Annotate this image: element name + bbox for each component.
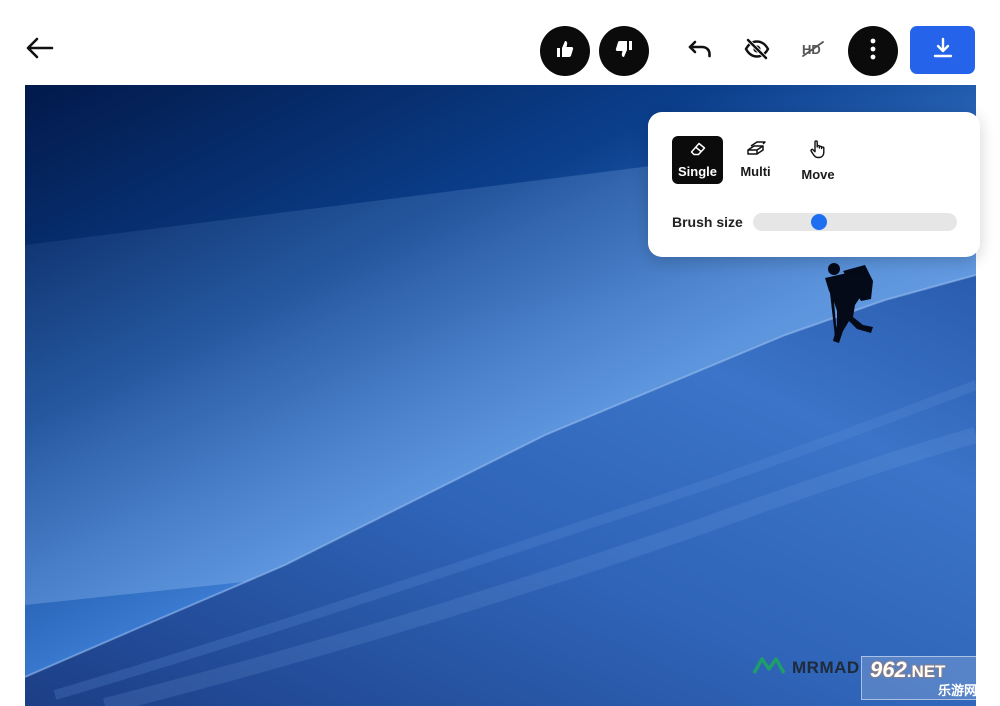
site-962-watermark-sub: 乐游网 xyxy=(938,682,978,698)
more-options-button[interactable] xyxy=(848,26,898,76)
stacked-erasers-icon xyxy=(746,141,766,161)
more-vertical-icon xyxy=(869,38,877,65)
brush-size-slider-thumb[interactable] xyxy=(811,214,827,230)
download-icon xyxy=(932,37,954,64)
undo-icon xyxy=(687,38,713,65)
mode-multi-button[interactable]: Multi xyxy=(733,136,778,184)
thumbs-down-icon xyxy=(614,39,634,64)
mode-single-button[interactable]: Single xyxy=(672,136,723,184)
mode-single-label: Single xyxy=(677,163,717,179)
brush-size-label: Brush size xyxy=(672,214,743,230)
site-962-watermark: 962.NET 乐游网 xyxy=(861,656,994,700)
arrow-left-icon xyxy=(25,36,55,65)
download-button[interactable] xyxy=(910,26,975,74)
eraser-icon xyxy=(690,142,706,161)
mode-move-button[interactable]: Move xyxy=(796,136,840,184)
mrmad-watermark: MRMAD xyxy=(752,655,860,680)
thumbs-up-icon xyxy=(555,39,575,64)
site-962-watermark-domain: 962.NET xyxy=(870,656,946,682)
undo-button[interactable] xyxy=(681,32,719,70)
hd-toggle-button[interactable]: HD xyxy=(794,32,832,70)
mrmad-watermark-text: MRMAD xyxy=(792,657,860,677)
mode-multi-label: Multi xyxy=(740,164,771,179)
hand-pointer-icon xyxy=(809,139,827,164)
dislike-button[interactable] xyxy=(599,26,649,76)
back-button[interactable] xyxy=(22,32,58,68)
like-button[interactable] xyxy=(540,26,590,76)
mrmad-logo-icon xyxy=(752,655,786,680)
hide-button[interactable] xyxy=(738,32,776,70)
erase-tool-panel: Single Multi Move Brush size xyxy=(648,112,980,257)
brush-size-slider[interactable] xyxy=(753,213,957,231)
mode-move-label: Move xyxy=(801,166,835,182)
eye-off-icon xyxy=(744,37,770,66)
hd-off-icon: HD xyxy=(800,39,826,64)
